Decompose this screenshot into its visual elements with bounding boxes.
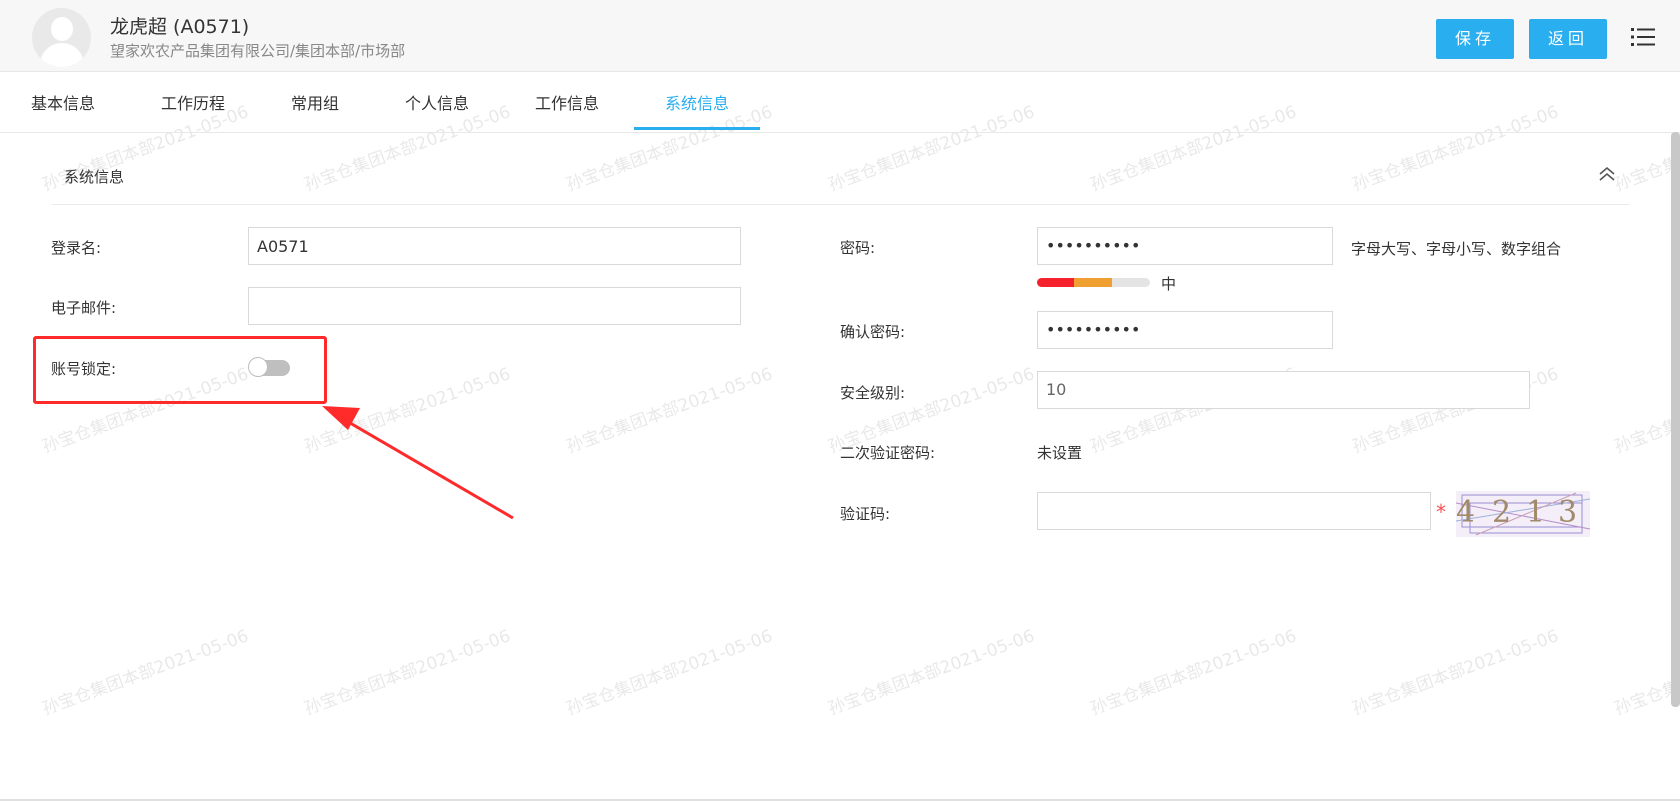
- security-level-label: 安全级别:: [840, 384, 906, 402]
- captcha-digit: 4: [1456, 495, 1476, 530]
- watermark: 孙宝仓集团本部2021-05-06: [39, 626, 252, 720]
- watermark: 孙宝仓集团本部2021-05-06: [1611, 364, 1680, 458]
- vertical-scrollbar[interactable]: [1671, 132, 1680, 707]
- section-divider: [52, 204, 1630, 205]
- tab-bar: 基本信息 工作历程 常用组 个人信息 工作信息 系统信息: [0, 71, 1680, 133]
- avatar-shoulders: [40, 43, 84, 67]
- captcha-digit: 3: [1558, 495, 1578, 530]
- email-input[interactable]: [248, 287, 741, 325]
- active-tab-indicator: [634, 127, 760, 130]
- tab-common-groups[interactable]: 常用组: [291, 90, 339, 114]
- captcha-digit: 2: [1492, 495, 1512, 530]
- confirm-password-input[interactable]: ••••••••••: [1037, 311, 1333, 349]
- login-name-input[interactable]: [248, 227, 741, 265]
- section-title: 系统信息: [64, 168, 125, 186]
- email-label: 电子邮件:: [51, 299, 117, 317]
- avatar-head: [51, 17, 73, 41]
- required-mark: *: [1436, 500, 1446, 524]
- save-button[interactable]: 保存: [1436, 19, 1514, 59]
- watermark: 孙宝仓集团本部2021-05-06: [301, 364, 514, 458]
- two-factor-value: 未设置: [1037, 444, 1083, 462]
- login-name-label: 登录名:: [51, 239, 102, 257]
- watermark: 孙宝仓集团本部2021-05-06: [1611, 626, 1680, 720]
- watermark: 孙宝仓集团本部2021-05-06: [1349, 626, 1562, 720]
- confirm-password-label: 确认密码:: [840, 323, 906, 341]
- strength-segment-medium: [1074, 278, 1112, 287]
- watermark: 孙宝仓集团本部2021-05-06: [825, 626, 1038, 720]
- security-level-input[interactable]: 10: [1037, 371, 1530, 409]
- list-menu-icon[interactable]: [1631, 26, 1655, 48]
- password-strength-label: 中: [1161, 275, 1177, 293]
- tab-basic-info[interactable]: 基本信息: [31, 90, 95, 114]
- password-input[interactable]: ••••••••••: [1037, 227, 1333, 265]
- tab-job-info[interactable]: 工作信息: [535, 90, 599, 114]
- watermark: 孙宝仓集团本部2021-05-06: [301, 626, 514, 720]
- user-org-path: 望家欢农产品集团有限公司/集团本部/市场部: [110, 42, 406, 60]
- two-factor-label: 二次验证密码:: [840, 444, 936, 462]
- captcha-digit: 1: [1526, 495, 1546, 530]
- tab-personal-info[interactable]: 个人信息: [405, 90, 469, 114]
- back-button[interactable]: 返回: [1529, 19, 1607, 59]
- user-name: 龙虎超 (A0571): [110, 16, 250, 38]
- strength-segment-weak: [1037, 278, 1074, 287]
- tab-work-history[interactable]: 工作历程: [161, 90, 225, 114]
- user-avatar-icon: [32, 8, 91, 67]
- captcha-label: 验证码:: [840, 505, 891, 523]
- watermark: 孙宝仓集团本部2021-05-06: [563, 626, 776, 720]
- watermark: 孙宝仓集团本部2021-05-06: [563, 364, 776, 458]
- password-hint: 字母大写、字母小写、数字组合: [1351, 240, 1562, 258]
- watermark: 孙宝仓集团本部2021-05-06: [1087, 626, 1300, 720]
- password-strength-bar: [1037, 278, 1150, 287]
- double-chevron-up-icon[interactable]: [1597, 164, 1617, 184]
- captcha-input[interactable]: [1037, 492, 1431, 530]
- profile-header: 龙虎超 (A0571) 望家欢农产品集团有限公司/集团本部/市场部 保存 返回: [0, 0, 1680, 72]
- captcha-image[interactable]: 4 2 1 3: [1456, 491, 1590, 537]
- password-label: 密码:: [840, 239, 876, 257]
- annotation-highlight-box: [33, 336, 327, 404]
- tab-system-info[interactable]: 系统信息: [665, 90, 729, 114]
